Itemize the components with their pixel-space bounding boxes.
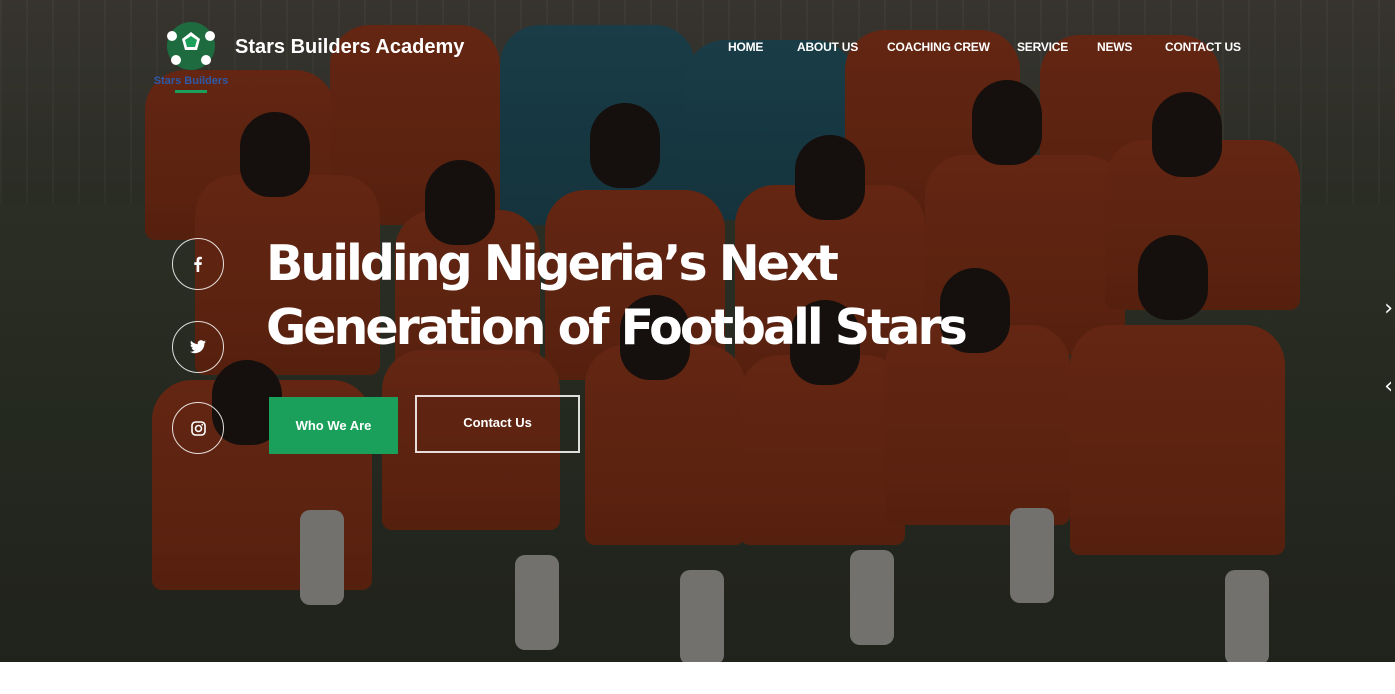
twitter-icon <box>190 340 206 354</box>
contact-us-button[interactable]: Contact Us <box>415 395 580 453</box>
twitter-link[interactable] <box>172 321 224 373</box>
who-we-are-button[interactable]: Who We Are <box>269 397 398 454</box>
brand-name[interactable]: Stars Builders Academy <box>235 36 464 59</box>
headline-line-2: Generation of Football Stars <box>266 299 968 356</box>
slider-next-arrow-icon[interactable]: › <box>1384 296 1393 321</box>
hero-headline: Building Nigeria’s Next Generation of Fo… <box>266 232 968 360</box>
nav-service[interactable]: SERVICE <box>1017 40 1068 54</box>
football-logo-icon: Stars Builders <box>154 22 229 93</box>
academy-logo[interactable]: Stars Builders <box>150 18 232 96</box>
nav-about-us[interactable]: ABOUT US <box>797 40 858 54</box>
facebook-icon <box>194 256 202 272</box>
facebook-link[interactable] <box>172 238 224 290</box>
nav-home[interactable]: HOME <box>728 40 763 54</box>
headline-line-1: Building Nigeria’s Next <box>266 235 839 292</box>
instagram-link[interactable] <box>172 402 224 454</box>
nav-contact-us[interactable]: CONTACT US <box>1165 40 1241 54</box>
nav-coaching-crew[interactable]: COACHING CREW <box>887 40 990 54</box>
nav-news[interactable]: NEWS <box>1097 40 1132 54</box>
instagram-icon <box>190 420 206 436</box>
logo-caption: Stars Builders <box>154 75 229 87</box>
slider-prev-arrow-icon[interactable]: ‹ <box>1384 374 1393 399</box>
